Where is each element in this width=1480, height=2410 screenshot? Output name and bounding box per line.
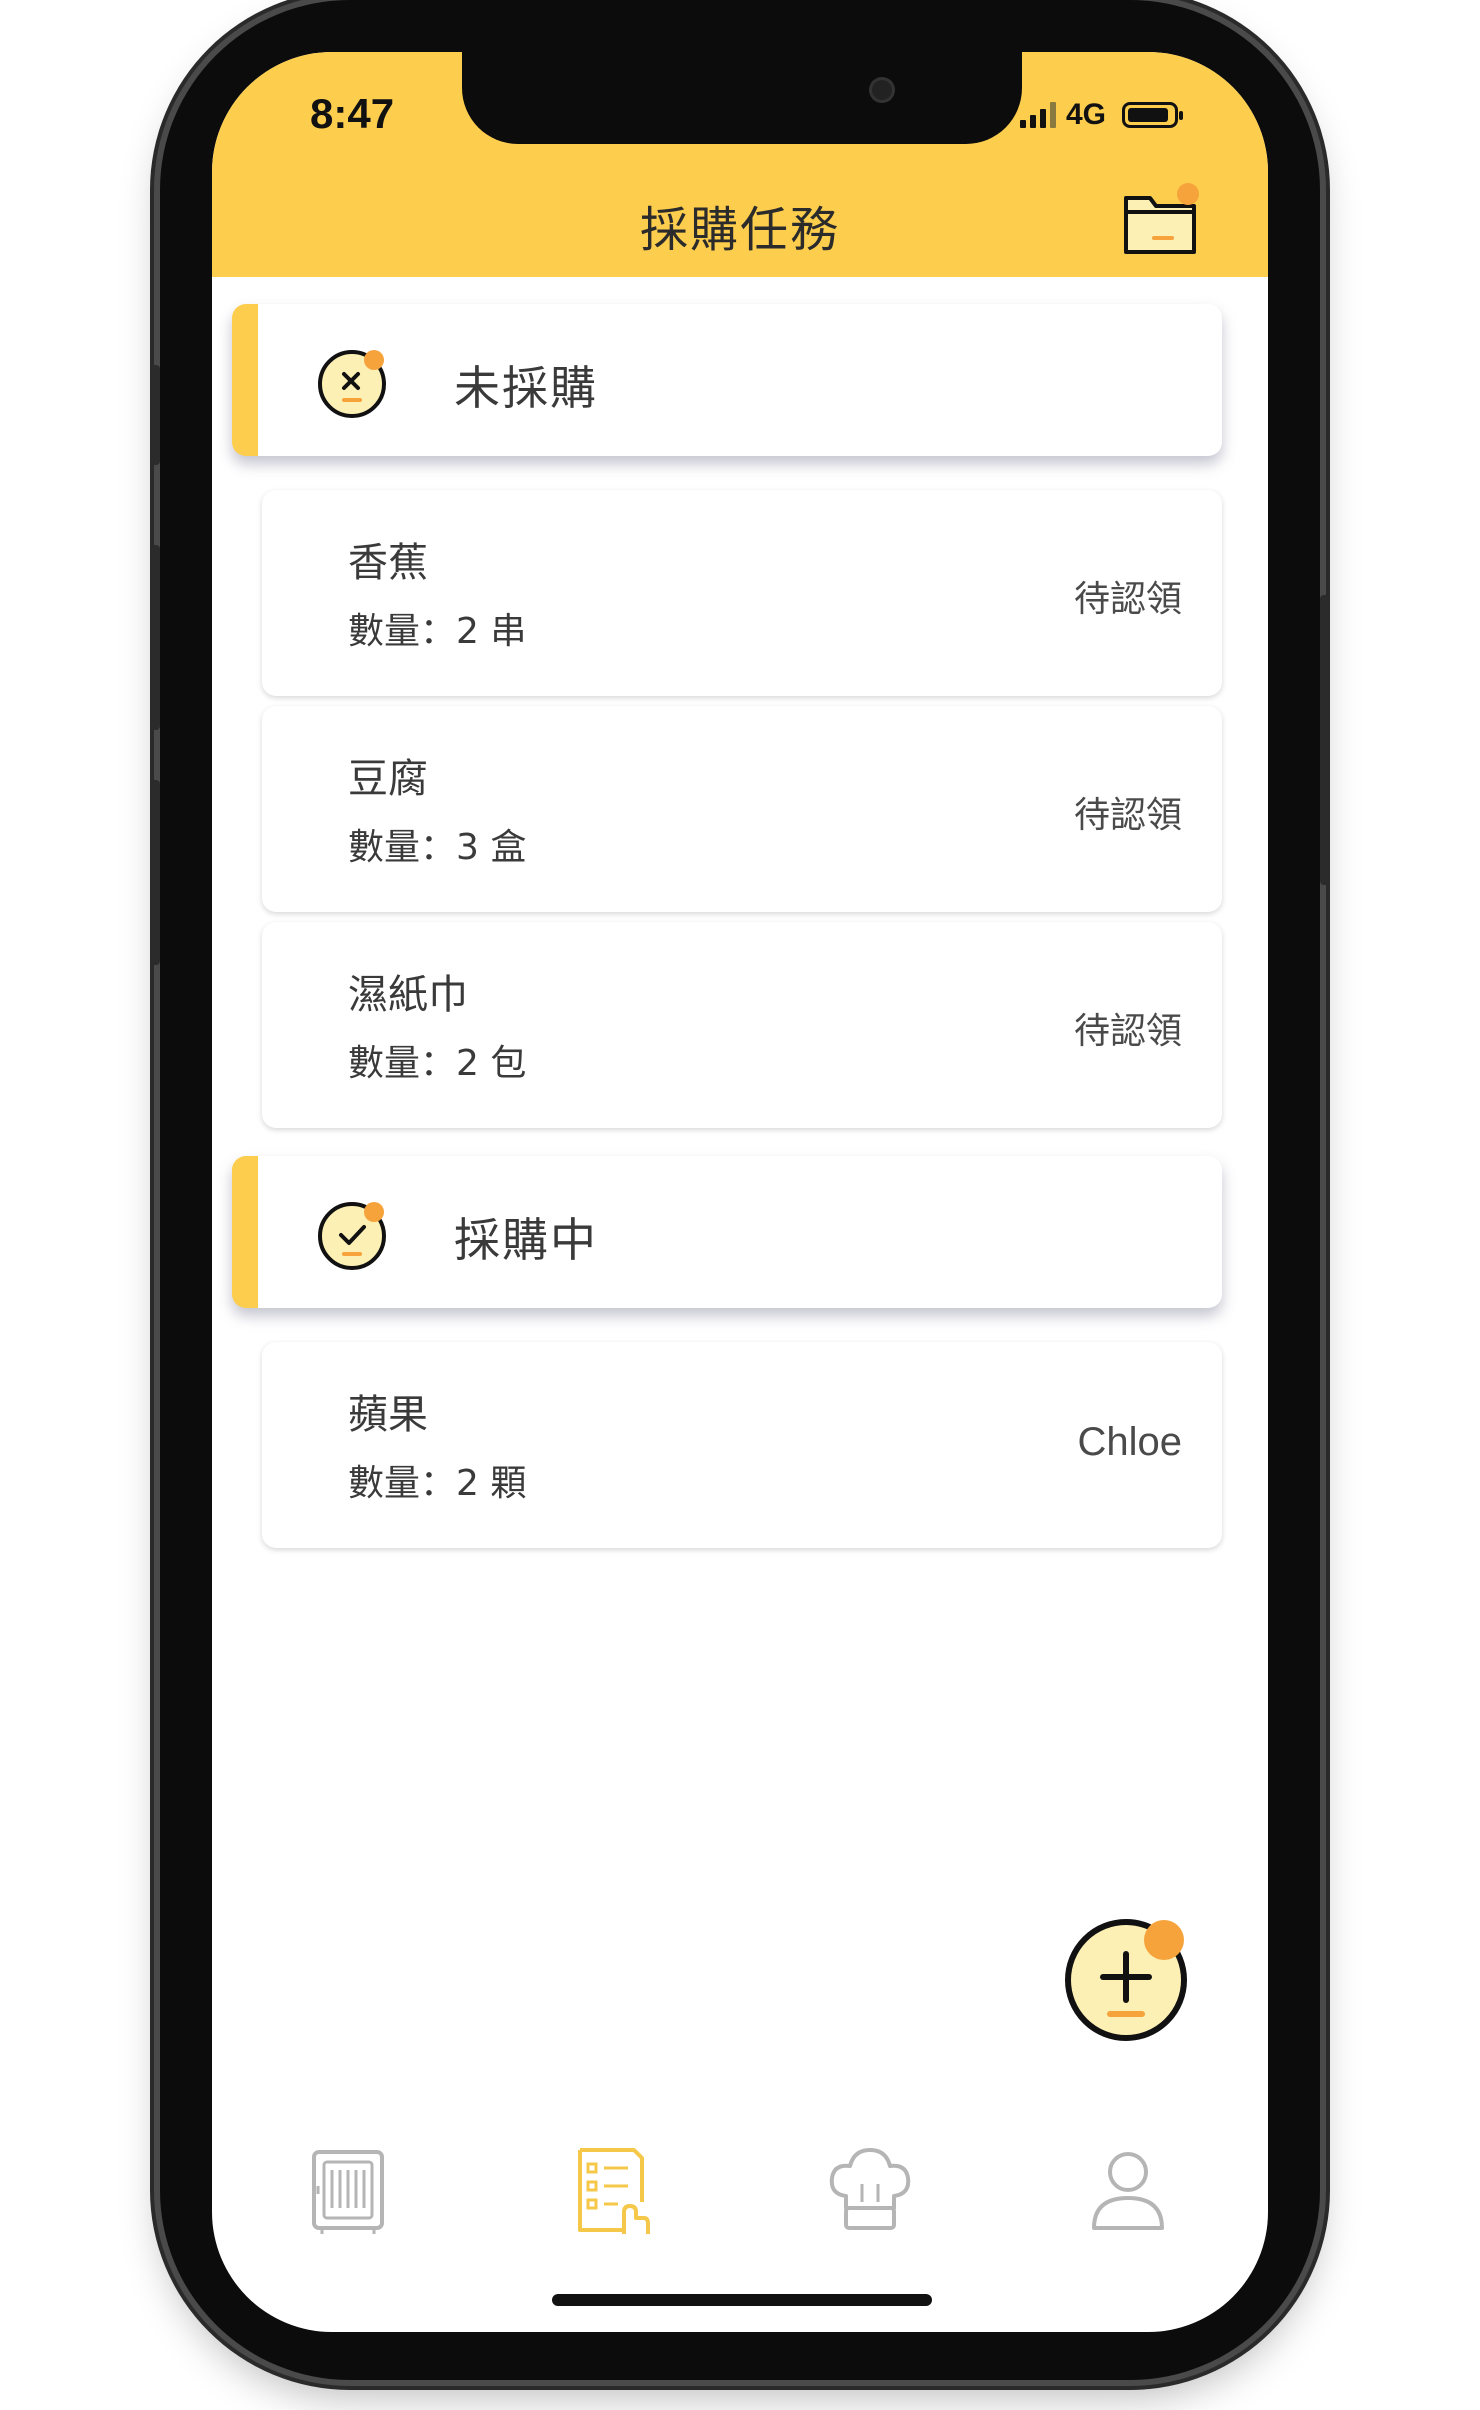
network-type: 4G: [1066, 98, 1107, 131]
tab-fridge[interactable]: [302, 2142, 398, 2238]
task-card-wet-wipes[interactable]: 濕紙巾 數量：2 包 待認領: [262, 922, 1222, 1128]
section-purchasing[interactable]: 採購中: [232, 1156, 1222, 1308]
folder-icon[interactable]: [1120, 180, 1204, 264]
task-card-apple[interactable]: 蘋果 數量：2 顆 Chloe: [262, 1342, 1222, 1548]
fridge-icon: [312, 2150, 384, 2234]
bottom-tab-bar: [212, 2142, 1268, 2252]
task-list-icon: [578, 2148, 650, 2234]
mute-switch: [150, 365, 160, 465]
app-header: 8:47 4G 採購任務: [212, 52, 1268, 277]
user-icon: [1092, 2152, 1164, 2230]
front-camera: [872, 80, 892, 100]
battery-icon: [1122, 102, 1184, 128]
tab-recipes[interactable]: [822, 2142, 918, 2238]
item-assignee: Chloe: [1077, 1420, 1182, 1464]
status-time: 8:47: [310, 90, 395, 137]
add-task-button[interactable]: [1060, 1910, 1196, 2046]
status-indicators: 4G: [1020, 98, 1184, 132]
section-unpurchased[interactable]: 未採購: [232, 304, 1222, 456]
volume-down-button: [150, 780, 160, 965]
item-quantity: 數量：2 顆: [348, 1463, 527, 1504]
item-name: 蘋果: [348, 1392, 428, 1438]
check-circle-icon: [312, 1194, 392, 1274]
item-name: 豆腐: [348, 756, 428, 802]
cross-circle-icon: [312, 342, 392, 422]
task-card-tofu[interactable]: 豆腐 數量：3 盒 待認領: [262, 706, 1222, 912]
volume-up-button: [150, 545, 160, 730]
notch: [462, 52, 1022, 144]
section-label: 未採購: [454, 361, 598, 415]
item-name: 濕紙巾: [348, 972, 468, 1018]
page-title: 採購任務: [639, 202, 840, 258]
tab-profile[interactable]: [1080, 2142, 1176, 2238]
task-card-banana[interactable]: 香蕉 數量：2 串 待認領: [262, 490, 1222, 696]
chef-hat-icon: [829, 2148, 911, 2230]
tab-tasks[interactable]: [564, 2142, 660, 2238]
item-status: 待認領: [1073, 1011, 1182, 1052]
item-name: 香蕉: [348, 540, 428, 586]
home-indicator: [552, 2294, 932, 2306]
app-screen: 8:47 4G 採購任務 未採購 香蕉 數量：2 串 待認領 豆腐 數量：3 盒…: [212, 52, 1268, 2332]
item-status: 待認領: [1073, 579, 1182, 620]
item-quantity: 數量：2 包: [348, 1043, 527, 1084]
signal-icon: [1020, 102, 1056, 128]
section-label: 採購中: [454, 1213, 598, 1267]
plus-icon: [1065, 1919, 1187, 2041]
item-quantity: 數量：3 盒: [348, 827, 527, 868]
power-button: [1320, 595, 1330, 885]
item-quantity: 數量：2 串: [348, 611, 527, 652]
item-status: 待認領: [1073, 795, 1182, 836]
